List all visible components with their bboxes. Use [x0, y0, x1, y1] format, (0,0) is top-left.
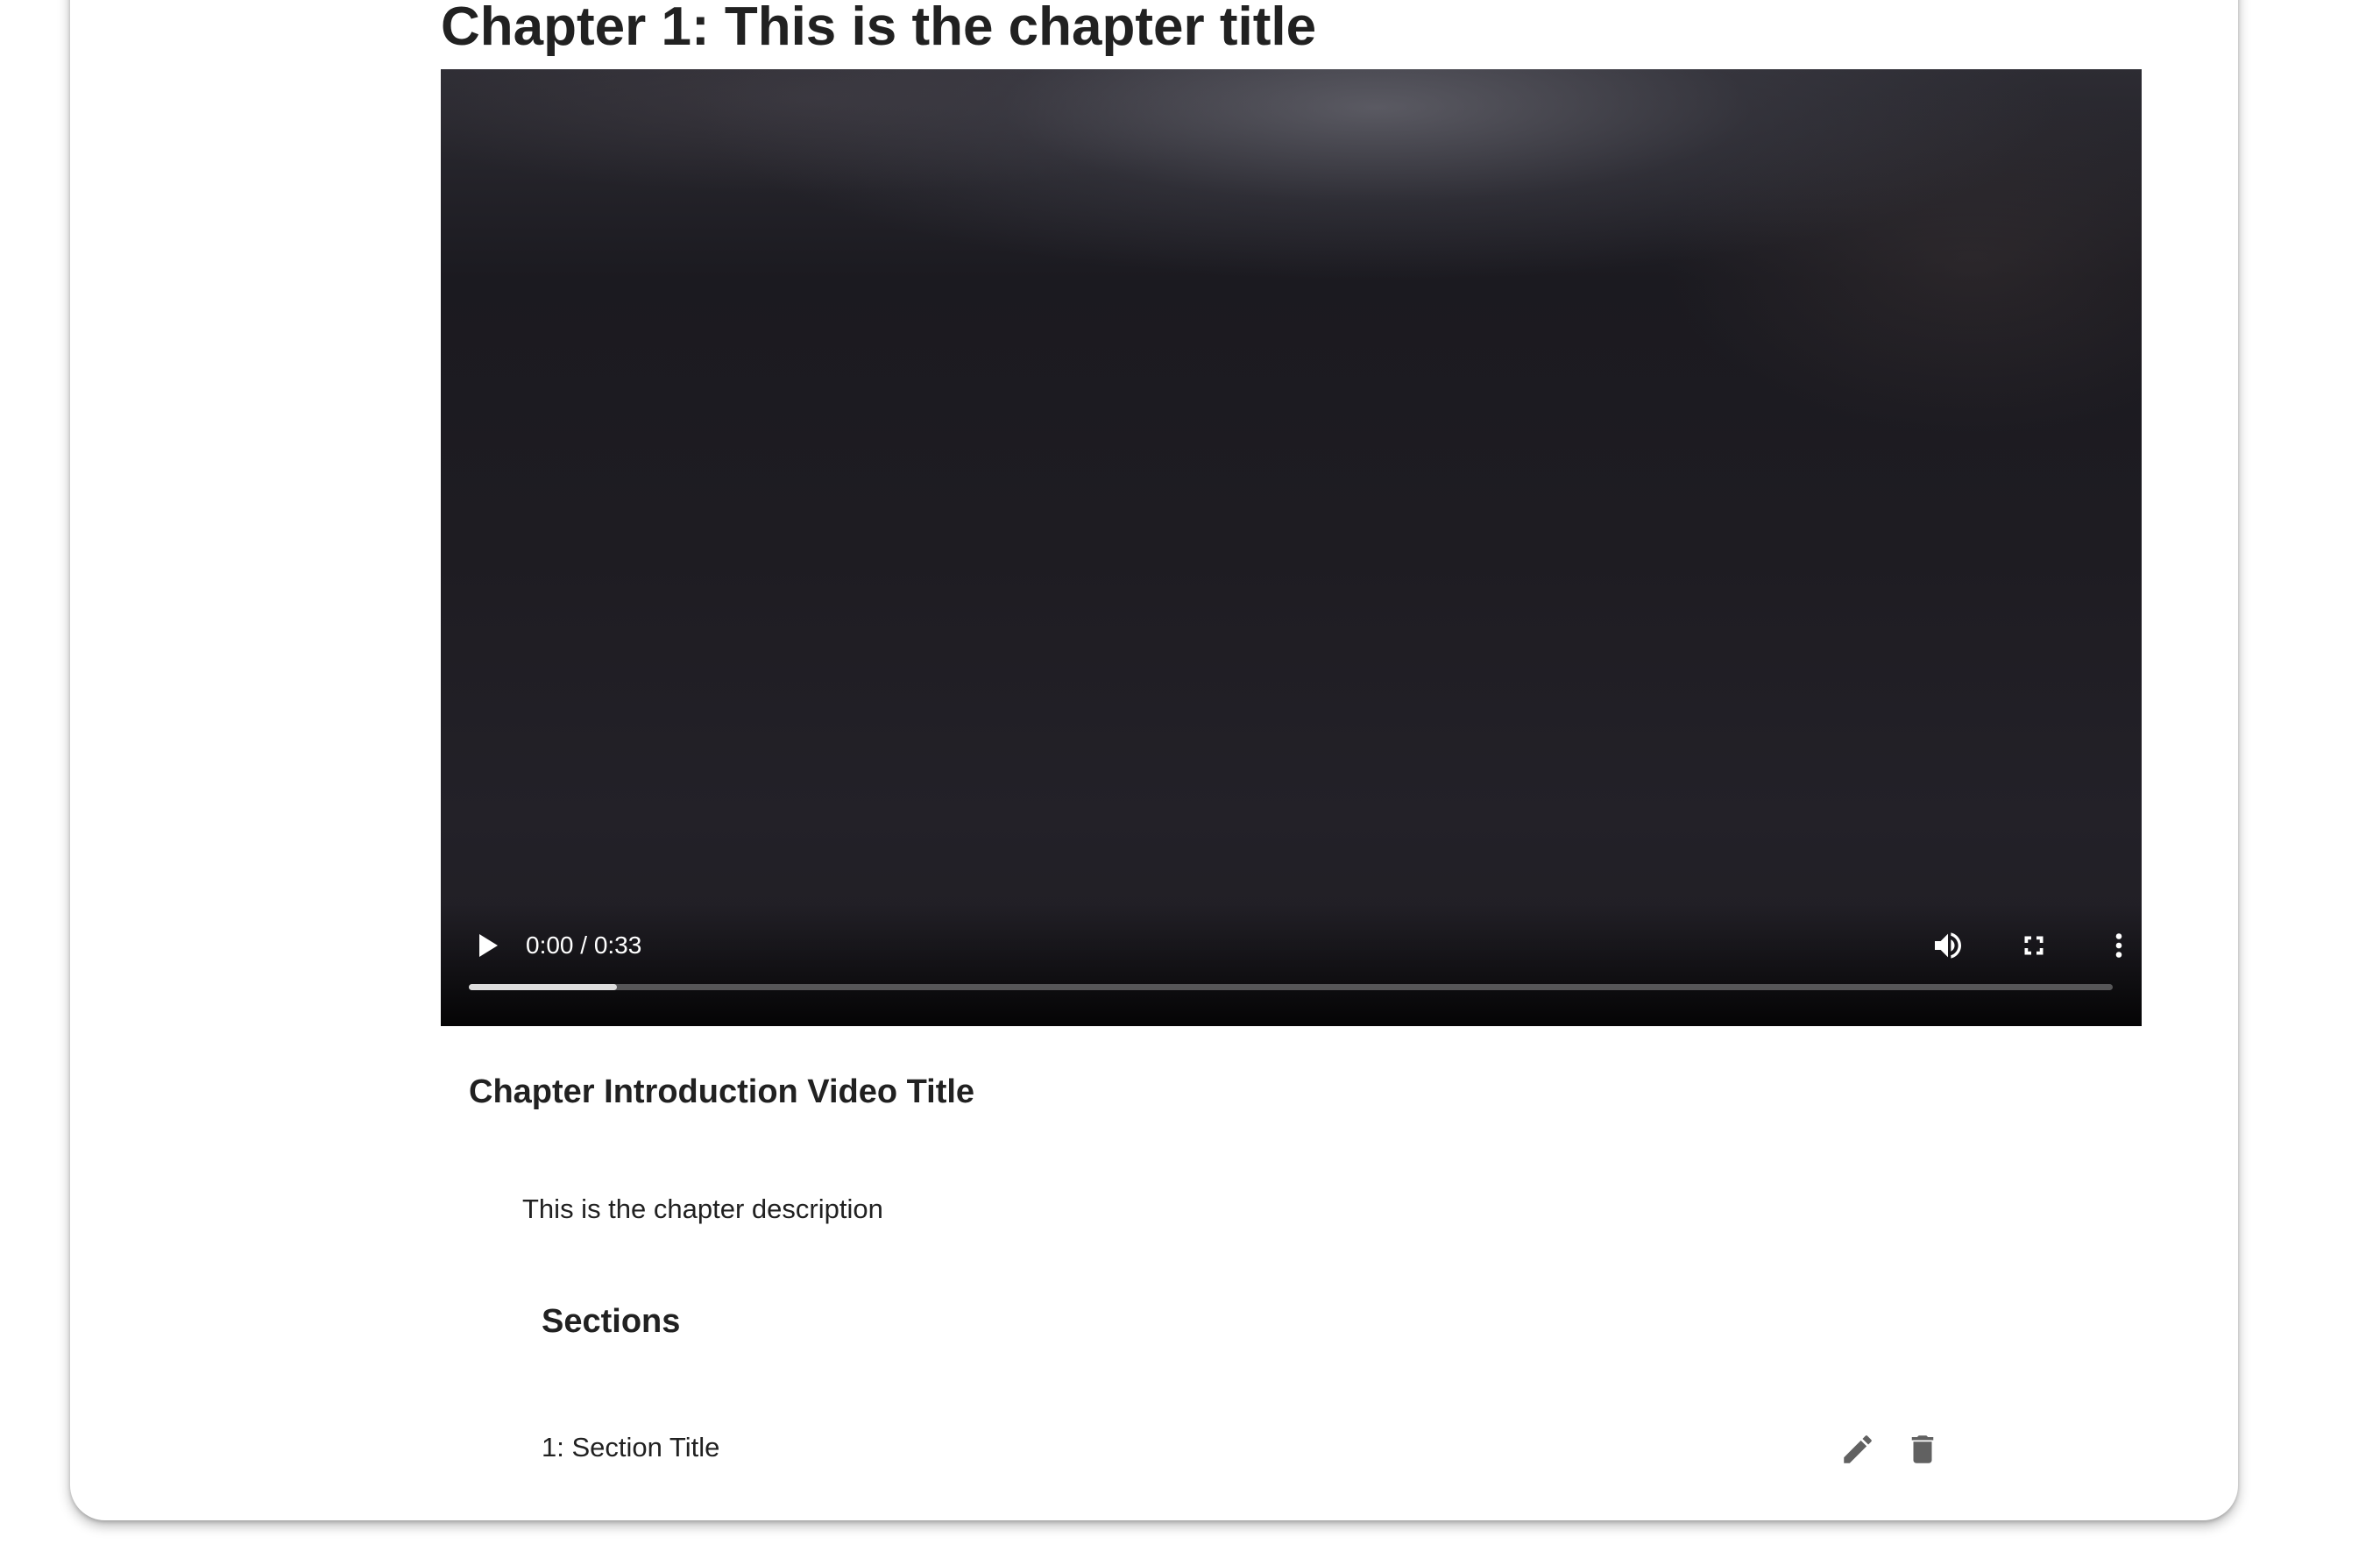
progress-buffered [469, 984, 617, 990]
edit-section-button[interactable] [1837, 1428, 1879, 1470]
video-player[interactable]: 0:00 / 0:33 [441, 69, 2142, 1026]
progress-bar[interactable] [469, 984, 2113, 990]
sections-heading: Sections [542, 1303, 681, 1340]
fullscreen-button[interactable] [2013, 924, 2055, 967]
more-vert-icon [2115, 933, 2122, 958]
edit-icon [1844, 1435, 1872, 1463]
delete-icon [1911, 1435, 1934, 1463]
video-frame [441, 69, 2142, 1026]
volume-button[interactable] [1927, 924, 1969, 967]
video-title: Chapter Introduction Video Title [469, 1073, 975, 1110]
chapter-description: This is the chapter description [522, 1193, 883, 1224]
delete-section-button[interactable] [1902, 1428, 1944, 1470]
fullscreen-icon [2024, 936, 2044, 955]
video-controls: 0:00 / 0:33 [441, 903, 2142, 1026]
section-title: 1: Section Title [542, 1432, 720, 1463]
section-row[interactable]: 1: Section Title [542, 1420, 1952, 1479]
volume-icon [1935, 932, 1961, 959]
time-display: 0:00 / 0:33 [526, 931, 642, 959]
play-button[interactable] [467, 924, 509, 967]
play-icon [479, 934, 498, 957]
more-options-button[interactable] [2098, 924, 2140, 967]
chapter-card: Chapter 1: This is the chapter title 0:0… [70, 0, 2238, 1520]
chapter-title: Chapter 1: This is the chapter title [441, 0, 1317, 57]
